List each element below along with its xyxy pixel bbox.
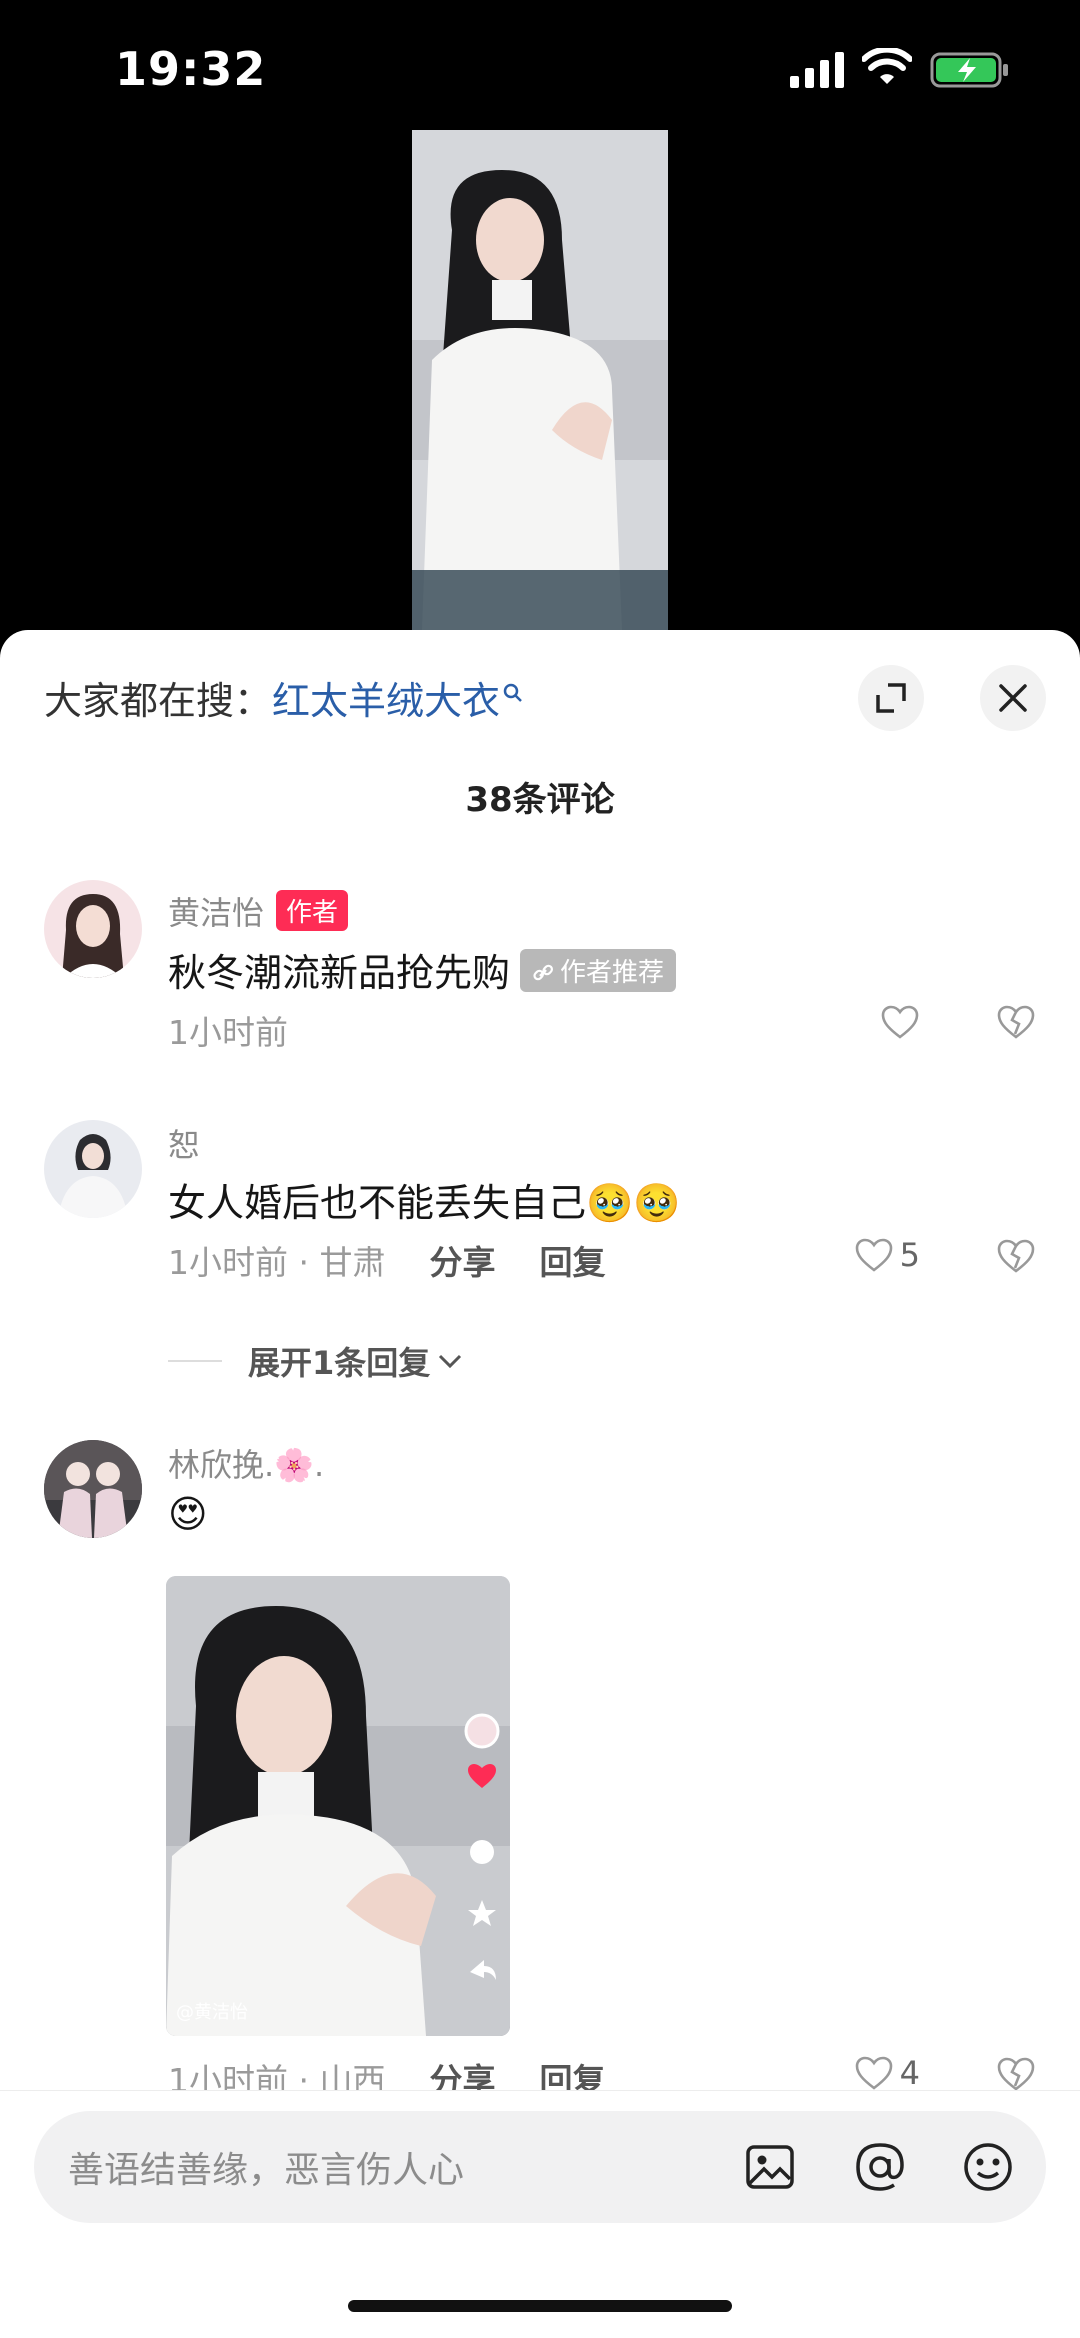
comment-sheet: 大家都在搜：红太羊绒大衣 38条评论 黄洁怡 作者 秋冬潮流新品抢先购 作者推荐 1… [0,630,1080,2337]
comment-text: 秋冬潮流新品抢先购 作者推荐 [168,942,677,997]
link-icon [533,964,554,981]
status-time: 19:32 [115,42,267,96]
broken-heart-icon[interactable] [996,1238,1036,1274]
avatar[interactable] [44,1440,142,1538]
chevron-down-icon [439,1354,462,1369]
home-indicator[interactable] [348,2300,732,2312]
heart-icon [855,2056,892,2090]
video-frame-image [412,130,668,630]
image-watermark: @黄洁怡 [176,2002,248,2023]
search-suggestion-label: 大家都在搜： [44,679,273,723]
video-player[interactable] [412,130,668,630]
expand-button[interactable] [858,665,924,731]
image-icon[interactable] [740,2137,800,2197]
comment-meta: 1小时前 [168,1013,288,1052]
avatar[interactable] [44,880,142,978]
close-button[interactable] [980,665,1046,731]
expand-icon [876,683,906,713]
reply-button[interactable]: 回复 [539,1243,605,1282]
heart-icon [881,1005,919,1039]
like-button[interactable]: 5 [854,1236,920,1274]
comment-text: 😍 [168,1492,208,1536]
avatar[interactable] [44,1120,142,1218]
comment-count: 38条评论 [465,780,615,820]
search-suggestion[interactable]: 大家都在搜：红太羊绒大衣 [44,670,524,725]
expand-replies-button[interactable]: 展开1条回复 [168,1338,464,1384]
comment-meta: 1小时前 · 甘肃 分享 回复 [168,1236,605,1284]
broken-heart-icon[interactable] [996,1004,1036,1040]
author-recommend-tag[interactable]: 作者推荐 [520,949,677,992]
broken-heart-icon[interactable] [996,2056,1036,2092]
like-count: 5 [899,1236,920,1274]
like-count: 4 [899,2054,920,2092]
share-button[interactable]: 分享 [429,1243,495,1282]
comment-time: 1小时前 · 甘肃 [168,1243,386,1282]
comment-image-picture [166,1576,510,2036]
battery-charging-icon [930,52,1008,88]
search-suggestion-query[interactable]: 红太羊绒大衣 [272,679,500,723]
comment-username[interactable]: 黄洁怡 作者 [168,888,349,934]
status-bar: 19:32 [0,0,1080,130]
comment-text: 女人婚后也不能丢失自己🥹🥹 [168,1181,681,1225]
emoji-icon[interactable] [958,2137,1018,2197]
author-badge: 作者 [276,890,349,931]
comment-image[interactable]: @黄洁怡 [166,1576,510,2036]
wifi-icon [862,48,912,84]
like-button[interactable]: 4 [854,2054,920,2092]
comment-input[interactable]: 善语结善缘，恶言伤人心 [34,2111,1046,2223]
comment-username[interactable]: 恕 [168,1120,200,1166]
like-button[interactable] [880,1004,920,1040]
comment-username[interactable]: 林欣挽.🌸. [168,1440,324,1486]
heart-icon [855,1238,892,1272]
search-icon [503,683,522,702]
comment-input-placeholder: 善语结善缘，恶言伤人心 [68,2150,465,2191]
divider [168,1360,222,1362]
at-icon[interactable] [850,2137,910,2197]
signal-icon [790,52,844,88]
close-icon [999,684,1027,712]
